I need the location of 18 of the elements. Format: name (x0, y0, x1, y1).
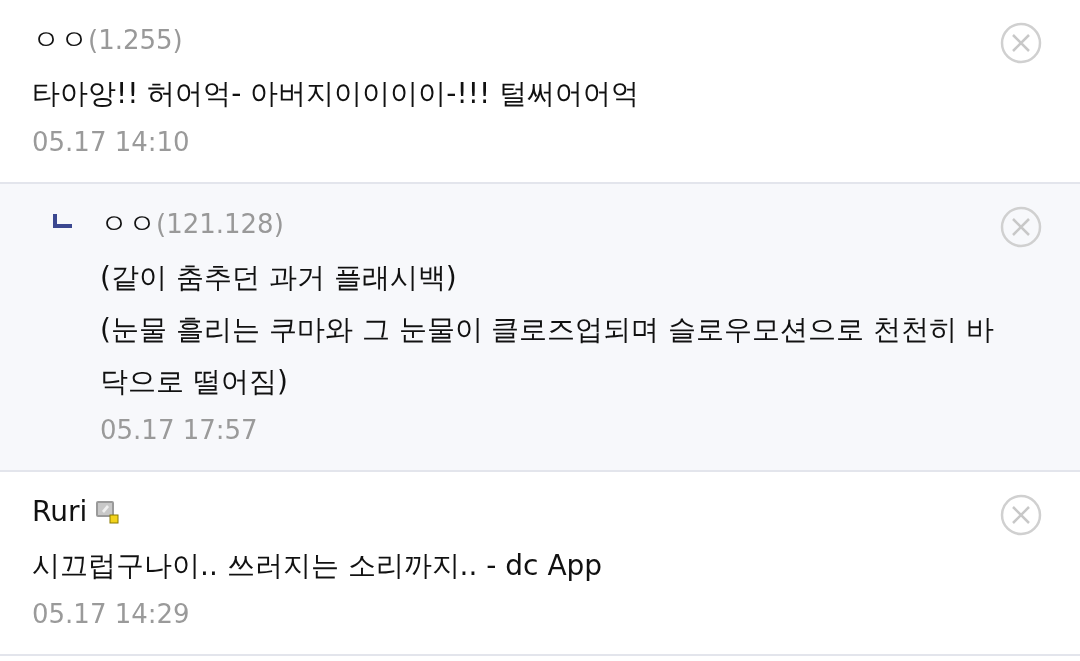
ip-address: (1.255) (88, 23, 183, 57)
comment-text: (같이 춤추던 과거 플래시백) (100, 260, 458, 296)
timestamp: 05.17 17:57 (100, 414, 259, 447)
delete-button[interactable] (1000, 494, 1042, 536)
close-icon (1000, 206, 1042, 248)
nickname: Ruri (32, 494, 88, 530)
comment-text: 타아앙!! 허어억- 아버지이이이이-!!! 털써어어억 (32, 76, 641, 112)
nickname: ㅇㅇ (32, 22, 88, 58)
delete-button[interactable] (1000, 206, 1042, 248)
close-icon (1000, 494, 1042, 536)
timestamp: 05.17 14:29 (32, 598, 191, 631)
close-icon (1000, 22, 1042, 64)
timestamp: 05.17 14:10 (32, 126, 191, 159)
ip-address: (121.128) (156, 207, 284, 241)
comment-text: 시끄럽구나이.. 쓰러지는 소리까지.. - dc App (32, 548, 604, 584)
comment-text: (눈물 흘리는 쿠마와 그 눈물이 클로즈업되며 슬로우모션으로 천천히 바닥으로 떨어짐) (100, 312, 996, 400)
delete-button[interactable] (1000, 22, 1042, 64)
nickname: ㅇㅇ (100, 206, 156, 242)
